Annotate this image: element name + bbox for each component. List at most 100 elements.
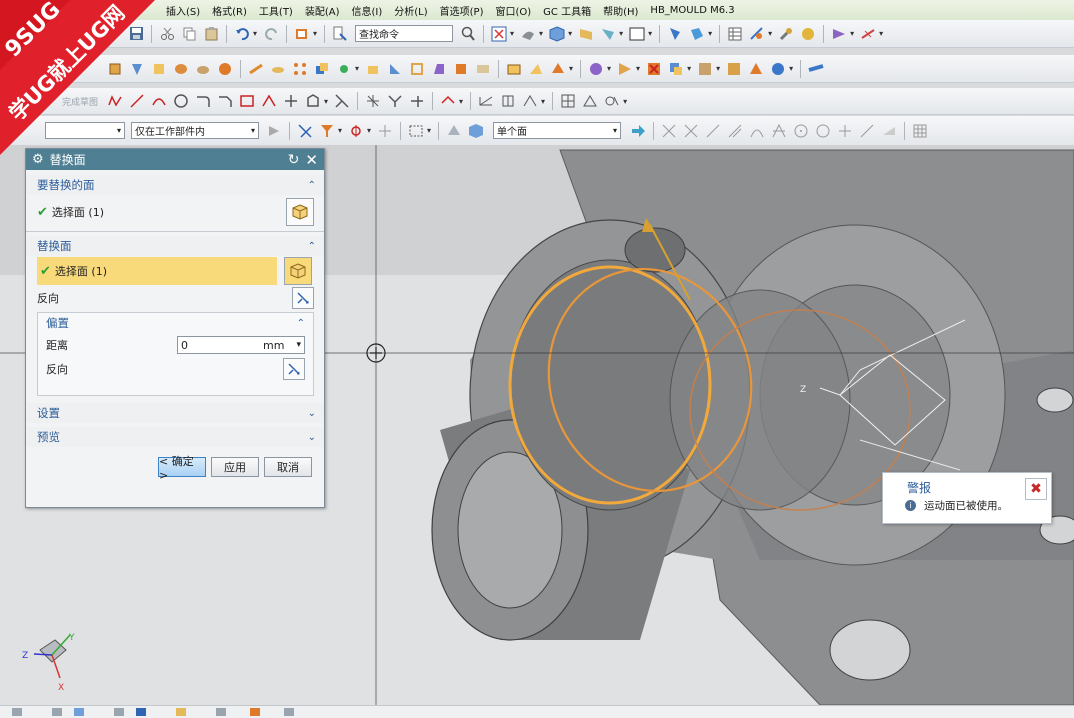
pattern-icon[interactable] xyxy=(291,60,309,78)
snap-existing-point-icon[interactable] xyxy=(836,122,854,140)
delete-face-icon[interactable] xyxy=(645,60,663,78)
offset-curve-icon[interactable] xyxy=(408,92,426,110)
collapse-icon[interactable]: ⌃ xyxy=(297,318,305,329)
status-icon-5[interactable] xyxy=(132,707,150,717)
snap-endpoint-icon[interactable] xyxy=(660,122,678,140)
snap-line-icon[interactable] xyxy=(704,122,722,140)
select-face-icon[interactable] xyxy=(666,25,684,43)
chamfer-icon[interactable] xyxy=(364,60,382,78)
replacement-face-selection[interactable]: ✔ 选择面 (1) xyxy=(37,257,277,285)
fillet-sketch-icon[interactable] xyxy=(194,92,212,110)
snap-intersection-icon[interactable] xyxy=(770,122,788,140)
quick-extend-icon[interactable] xyxy=(364,92,382,110)
collapse-icon[interactable]: ⌃ xyxy=(308,180,316,191)
status-icon-2[interactable] xyxy=(48,707,66,717)
display-mode-icon[interactable] xyxy=(293,25,311,43)
menu-preferences[interactable]: 首选项(P) xyxy=(434,3,490,18)
boss-icon[interactable] xyxy=(269,60,287,78)
snap-quadrant-icon[interactable] xyxy=(814,122,832,140)
sketch-settings-icon[interactable] xyxy=(559,92,577,110)
select-face-button[interactable] xyxy=(286,198,314,226)
resize-blend-icon[interactable] xyxy=(616,60,634,78)
faces-to-replace-row[interactable]: ✔ 选择面 (1) xyxy=(26,195,324,229)
sphere-icon[interactable] xyxy=(216,60,234,78)
status-icon-9[interactable] xyxy=(280,707,298,717)
copy-icon[interactable] xyxy=(180,25,198,43)
redo-icon[interactable] xyxy=(262,25,280,43)
status-icon-4[interactable] xyxy=(110,707,128,717)
status-icon-6[interactable] xyxy=(172,707,190,717)
menu-assemblies[interactable]: 装配(A) xyxy=(299,3,346,18)
wrench-icon[interactable] xyxy=(777,25,795,43)
snap-point-icon[interactable] xyxy=(347,122,365,140)
command-finder-icon[interactable] xyxy=(331,25,349,43)
measure-icon[interactable] xyxy=(748,25,766,43)
search-icon[interactable] xyxy=(459,25,477,43)
relations-icon[interactable] xyxy=(581,92,599,110)
paste-icon[interactable] xyxy=(202,25,220,43)
command-search-input[interactable]: 查找命令 xyxy=(355,25,454,42)
draft-icon[interactable] xyxy=(430,60,448,78)
expand-icon[interactable]: ⌄ xyxy=(308,432,316,443)
offset-reverse-button[interactable] xyxy=(283,358,305,380)
section-view-icon[interactable] xyxy=(599,25,617,43)
hole-icon[interactable] xyxy=(247,60,265,78)
wave-icon[interactable] xyxy=(688,25,706,43)
chevron-down-icon[interactable]: ▾ xyxy=(296,340,301,350)
orient-view-icon[interactable] xyxy=(548,25,566,43)
offset-header[interactable]: 偏置 ⌃ xyxy=(38,313,313,333)
apply-button[interactable]: 应用 xyxy=(211,457,259,477)
feature-select-icon[interactable] xyxy=(296,122,314,140)
auto-constrain-icon[interactable] xyxy=(521,92,539,110)
face-select-icon[interactable] xyxy=(467,122,485,140)
cross-section-icon[interactable] xyxy=(747,60,765,78)
constraint-icon[interactable] xyxy=(499,92,517,110)
snap-curve-icon[interactable] xyxy=(748,122,766,140)
copy-face-icon[interactable] xyxy=(667,60,685,78)
cone-icon[interactable] xyxy=(194,60,212,78)
box-select-icon[interactable] xyxy=(407,122,425,140)
expand-icon[interactable]: ⌄ xyxy=(308,408,316,419)
sync-pull-face-icon[interactable] xyxy=(527,60,545,78)
sync-offset-region-icon[interactable] xyxy=(549,60,567,78)
cylinder-icon[interactable] xyxy=(172,60,190,78)
distance-input[interactable]: 0 mm ▾ xyxy=(177,336,305,354)
menu-format[interactable]: 格式(R) xyxy=(206,3,253,18)
snap-on-face-icon[interactable] xyxy=(880,122,898,140)
solid-body-icon[interactable] xyxy=(445,122,463,140)
cut-icon[interactable] xyxy=(158,25,176,43)
distance-value[interactable]: 0 xyxy=(181,339,188,352)
ok-button[interactable]: < 确定 > xyxy=(158,455,206,482)
fit-view-icon[interactable] xyxy=(490,25,508,43)
polygon-icon[interactable] xyxy=(304,92,322,110)
menu-information[interactable]: 信息(I) xyxy=(346,3,389,18)
chamfer-sketch-icon[interactable] xyxy=(216,92,234,110)
status-icon-7[interactable] xyxy=(212,707,230,717)
reset-icon[interactable]: ↻ xyxy=(288,152,300,168)
mirror-curve-icon[interactable] xyxy=(439,92,457,110)
general-selection-icon[interactable] xyxy=(265,122,283,140)
quick-trim-icon[interactable] xyxy=(333,92,351,110)
polyline-icon[interactable] xyxy=(260,92,278,110)
replace-face-icon[interactable] xyxy=(587,60,605,78)
alert-close-button[interactable]: ✖ xyxy=(1025,478,1047,500)
replacement-face-row[interactable]: ✔ 选择面 (1) xyxy=(26,256,324,286)
preview-header[interactable]: 预览 ⌄ xyxy=(26,427,324,447)
unite-icon[interactable] xyxy=(313,60,331,78)
status-icon-1[interactable] xyxy=(8,707,26,717)
rectangle-icon[interactable] xyxy=(238,92,256,110)
replacement-face-header[interactable]: 替换面 ⌃ xyxy=(26,236,324,256)
table-icon[interactable] xyxy=(726,25,744,43)
close-icon[interactable]: ✕ xyxy=(305,151,318,169)
circle-icon[interactable] xyxy=(172,92,190,110)
layer-icon[interactable] xyxy=(628,25,646,43)
menu-window[interactable]: 窗口(O) xyxy=(489,3,537,18)
collapse-icon[interactable]: ⌃ xyxy=(308,241,316,252)
point-icon[interactable] xyxy=(282,92,300,110)
render-style-icon[interactable] xyxy=(519,25,537,43)
dimension-icon[interactable] xyxy=(477,92,495,110)
menu-analysis[interactable]: 分析(L) xyxy=(388,3,433,18)
status-icon-8[interactable] xyxy=(246,707,264,717)
faces-to-replace-header[interactable]: 要替换的面 ⌃ xyxy=(26,175,324,195)
snap-icon[interactable] xyxy=(859,25,877,43)
